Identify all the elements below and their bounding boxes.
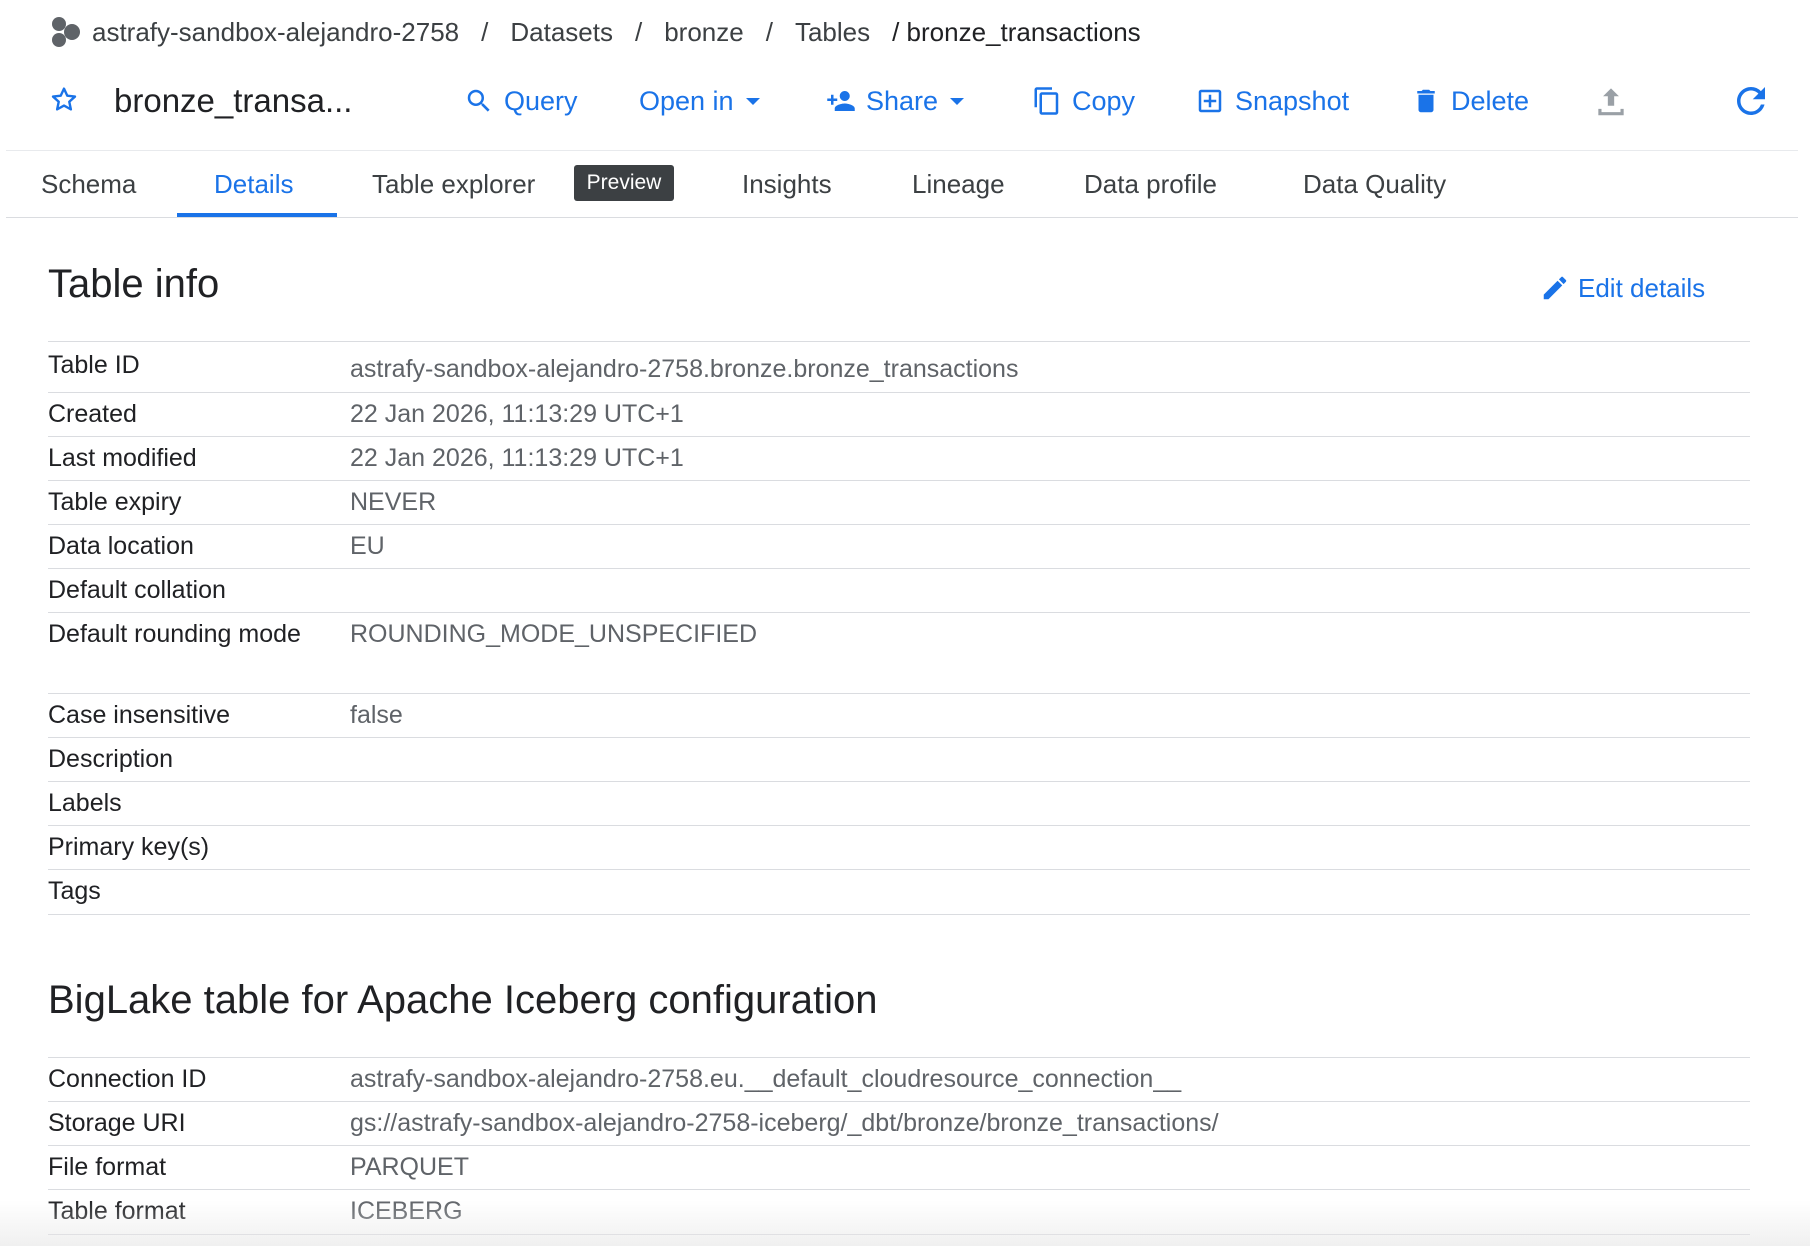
row-key: Created [48,400,137,428]
page-title: bronze_transa... [114,82,353,119]
refresh-icon[interactable] [1730,80,1772,122]
open-in-button[interactable]: Open in [639,80,760,122]
project-icon [52,17,80,47]
breadcrumb: astrafy-sandbox-alejandro-2758 / Dataset… [48,14,1141,50]
table-info-row: Default rounding mode ROUNDING_MODE_UNSP… [48,612,1750,694]
breadcrumb-separator: / [634,16,643,47]
row-key: Last modified [48,444,197,472]
iceberg-row: File format PARQUET [48,1145,1750,1190]
active-tab-indicator [177,213,337,217]
iceberg-config-heading: BigLake table for Apache Iceberg configu… [48,978,878,1022]
row-value: 22 Jan 2026, 11:13:29 UTC+1 [350,444,684,472]
row-value: astrafy-sandbox-alejandro-2758.eu.__defa… [350,1065,1182,1093]
table-info-row: Description [48,737,1750,782]
star-outline-icon[interactable] [48,84,80,116]
table-info-row: Last modified 22 Jan 2026, 11:13:29 UTC+… [48,436,1750,481]
share-button[interactable]: Share [826,80,965,122]
row-value: astrafy-sandbox-alejandro-2758.bronze.br… [350,355,1019,383]
row-key: Storage URI [48,1109,186,1137]
row-key: Case insensitive [48,701,231,729]
row-key: Table expiry [48,488,182,516]
row-value: ROUNDING_MODE_UNSPECIFIED [350,620,757,648]
snapshot-button[interactable]: Snapshot [1195,80,1349,122]
row-key: Data location [48,532,194,560]
edit-details-label: Edit details [1578,272,1706,303]
copy-label: Copy [1072,85,1136,116]
breadcrumb-current: / bronze_transactions [892,16,1141,47]
table-info-heading: Table info [48,262,220,306]
row-key: Tags [48,877,101,905]
row-value: NEVER [350,488,437,516]
table-info-row: Tags [48,869,1750,915]
row-value: EU [350,532,385,560]
row-key: Primary key(s) [48,833,210,861]
table-info-row: Default collation [48,568,1750,613]
breadcrumb-tables[interactable]: Tables [795,17,870,48]
row-key: Description [48,745,174,773]
table-info-row: Table ID astrafy-sandbox-alejandro-2758.… [48,341,1750,393]
row-value: PARQUET [350,1153,469,1181]
table-info-row: Case insensitive false [48,693,1750,738]
tab-schema[interactable]: Schema [41,151,136,217]
breadcrumb-dataset[interactable]: bronze [664,17,744,48]
iceberg-row: Storage URI gs://astrafy-sandbox-alejand… [48,1101,1750,1146]
query-button[interactable]: Query [464,80,578,122]
tab-lineage[interactable]: Lineage [912,151,1005,217]
tab-bar: Schema Details Table explorer Preview In… [6,150,1798,218]
delete-label: Delete [1451,85,1530,116]
table-info-row: Labels [48,781,1750,826]
table-info-row: Table expiry NEVER [48,480,1750,525]
copy-icon [1034,87,1059,115]
tab-table-explorer[interactable]: Table explorer [372,151,535,217]
caret-down-icon [745,97,760,105]
upload-icon[interactable] [1592,82,1630,120]
trash-icon [1417,89,1435,113]
breadcrumb-separator: / [481,16,489,47]
edit-details-button[interactable]: Edit details [1540,268,1705,308]
open-in-label: Open in [639,85,734,116]
table-info-row: Data location EU [48,524,1750,569]
delete-button[interactable]: Delete [1411,80,1529,122]
table-toolbar: bronze_transa... Query Open in Share Cop… [0,70,1800,136]
tab-data-quality[interactable]: Data Quality [1303,151,1446,217]
breadcrumb-datasets[interactable]: Datasets [510,17,613,48]
pencil-icon [1543,276,1567,300]
caret-down-icon [950,97,965,105]
row-key: File format [48,1153,167,1181]
row-value: gs://astrafy-sandbox-alejandro-2758-iceb… [350,1109,1219,1137]
breadcrumb-project[interactable]: astrafy-sandbox-alejandro-2758 [92,17,459,48]
breadcrumb-separator: / [765,16,773,47]
snapshot-label: Snapshot [1235,85,1350,116]
bottom-fade [0,1200,1810,1246]
row-value: 22 Jan 2026, 11:13:29 UTC+1 [350,400,684,428]
copy-button[interactable]: Copy [1032,80,1135,122]
row-key: Table ID [48,351,140,379]
table-info-row: Created 22 Jan 2026, 11:13:29 UTC+1 [48,392,1750,437]
iceberg-row: Connection ID astrafy-sandbox-alejandro-… [48,1057,1750,1102]
row-key: Labels [48,789,122,817]
table-info-row: Primary key(s) [48,825,1750,870]
tab-data-profile[interactable]: Data profile [1084,151,1217,217]
row-value: false [350,701,403,729]
person-add-icon [827,91,855,111]
share-label: Share [866,85,939,116]
preview-badge: Preview [574,165,674,201]
tab-insights[interactable]: Insights [742,151,832,217]
row-key: Default rounding mode [48,620,301,648]
tab-details[interactable]: Details [214,151,293,217]
row-key: Connection ID [48,1065,207,1093]
snapshot-icon [1198,89,1222,113]
query-label: Query [504,85,578,116]
search-icon [467,89,490,112]
row-key: Default collation [48,576,226,604]
